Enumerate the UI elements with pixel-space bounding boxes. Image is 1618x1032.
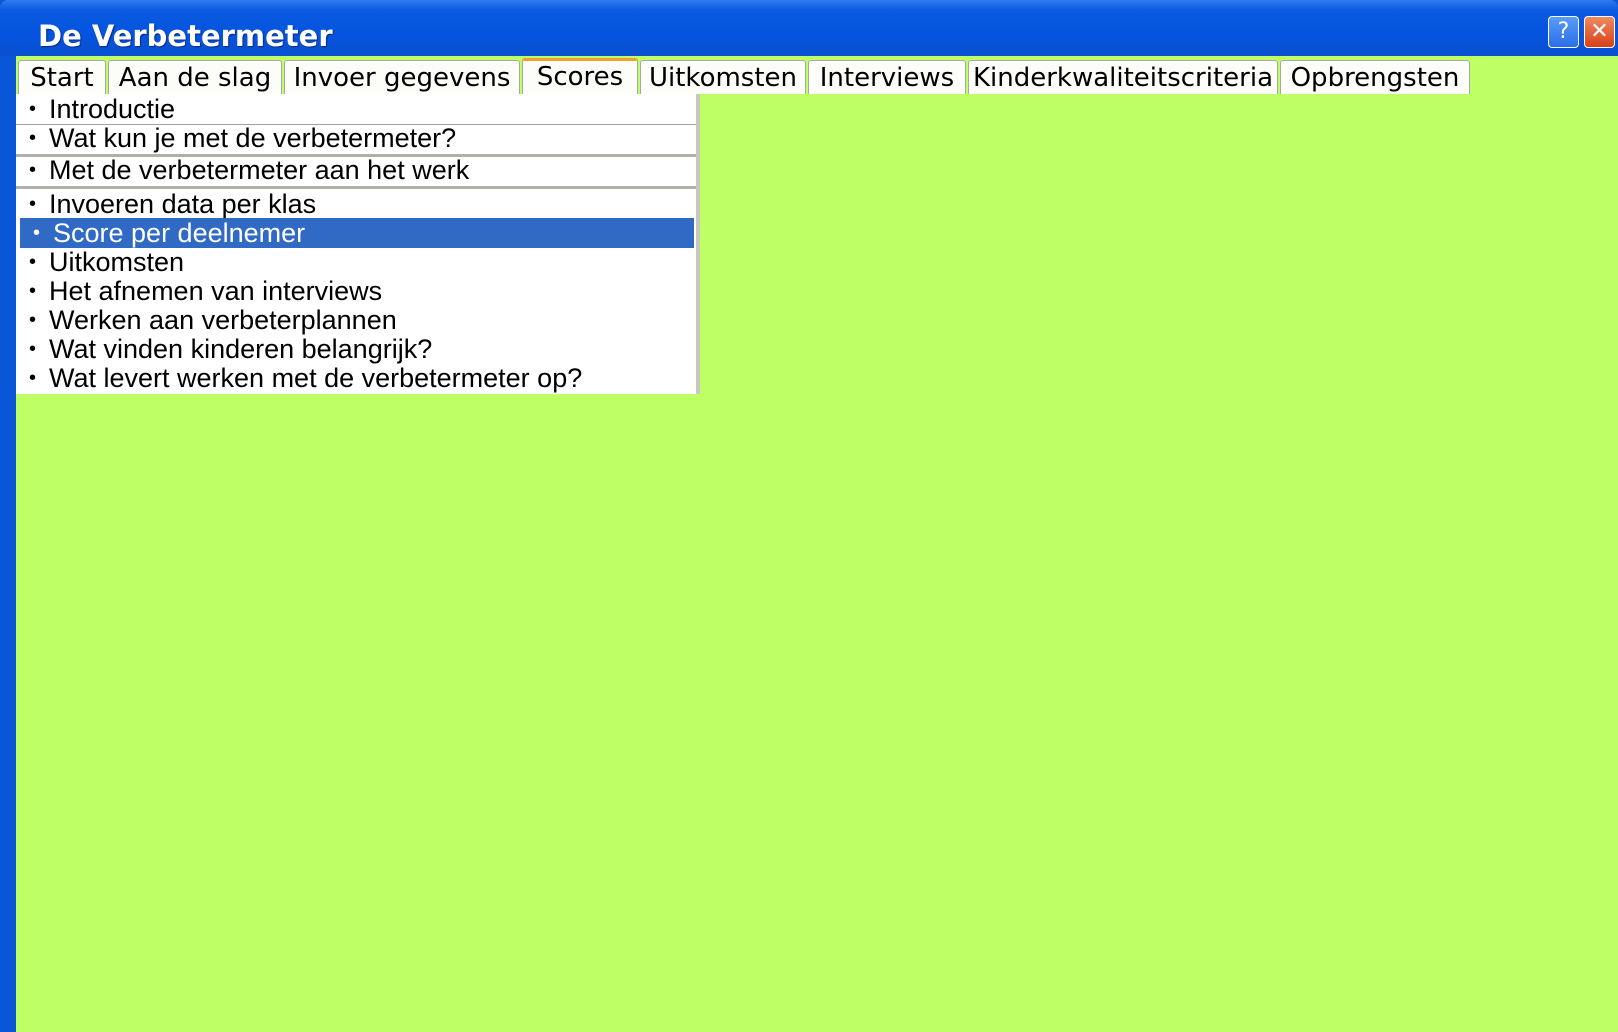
tab-uitkomsten[interactable]: Uitkomsten [640, 60, 806, 94]
app-window: De Verbetermeter ? ✕ Start Aan de slag I… [0, 0, 1618, 1032]
tab-scores[interactable]: Scores [522, 58, 638, 94]
menu-item-kinderen-belangrijk[interactable]: • Wat vinden kinderen belangrijk? [16, 334, 696, 364]
menu-item-label: Invoeren data per klas [49, 189, 317, 219]
title-bar[interactable]: De Verbetermeter ? ✕ [0, 0, 1618, 56]
bullet-icon: • [28, 193, 36, 215]
menu-item-aan-het-werk[interactable]: • Met de verbetermeter aan het werk [16, 155, 696, 185]
tab-invoer-gegevens[interactable]: Invoer gegevens [284, 60, 520, 94]
menu-item-label: Wat levert werken met de verbetermeter o… [49, 363, 583, 393]
bullet-icon: • [28, 159, 36, 181]
bullet-icon: • [28, 98, 36, 120]
tab-kinderkwaliteitscriteria[interactable]: Kinderkwaliteitscriteria [968, 60, 1278, 94]
tab-start[interactable]: Start [18, 60, 106, 94]
tab-opbrengsten[interactable]: Opbrengsten [1280, 60, 1470, 94]
menu-item-score-per-deelnemer[interactable]: • Score per deelnemer [20, 218, 694, 248]
question-mark-icon: ? [1557, 19, 1570, 44]
bullet-icon: • [28, 367, 36, 389]
bullet-icon: • [28, 127, 36, 149]
bullet-icon: • [28, 280, 36, 302]
menu-item-label: Uitkomsten [49, 247, 185, 277]
content-area: Start Aan de slag Invoer gegevens Scores… [16, 56, 1618, 1032]
bullet-icon: • [28, 338, 36, 360]
bullet-icon: • [32, 222, 40, 244]
tab-aan-de-slag[interactable]: Aan de slag [108, 60, 282, 94]
help-button[interactable]: ? [1548, 16, 1579, 48]
menu-item-uitkomsten[interactable]: • Uitkomsten [16, 247, 696, 277]
menu-item-wat-levert-op[interactable]: • Wat levert werken met de verbetermeter … [16, 363, 696, 393]
menu-item-interviews[interactable]: • Het afnemen van interviews [16, 276, 696, 306]
menu-item-verbeterplannen[interactable]: • Werken aan verbeterplannen [16, 305, 696, 335]
menu-item-label: Het afnemen van interviews [49, 276, 383, 306]
bullet-icon: • [28, 309, 36, 331]
close-button[interactable]: ✕ [1584, 16, 1615, 48]
menu-item-label: Wat kun je met de verbetermeter? [49, 123, 457, 153]
menu-item-label: Wat vinden kinderen belangrijk? [49, 334, 433, 364]
tab-interviews[interactable]: Interviews [808, 60, 966, 94]
close-icon: ✕ [1590, 19, 1609, 44]
menu-item-label: Werken aan verbeterplannen [49, 305, 397, 335]
menu-item-label: Score per deelnemer [53, 218, 306, 248]
menu-item-wat-kun-je[interactable]: • Wat kun je met de verbetermeter? [16, 123, 696, 153]
menu-item-introductie[interactable]: • Introductie [16, 94, 696, 124]
menu-item-label: Met de verbetermeter aan het werk [49, 155, 470, 185]
menu-item-label: Introductie [49, 94, 176, 124]
window-title: De Verbetermeter [38, 19, 333, 53]
navigation-menu: • Introductie • Wat kun je met de verbeter… [16, 94, 700, 394]
menu-item-invoeren-data[interactable]: • Invoeren data per klas [16, 189, 696, 219]
bullet-icon: • [28, 251, 36, 273]
